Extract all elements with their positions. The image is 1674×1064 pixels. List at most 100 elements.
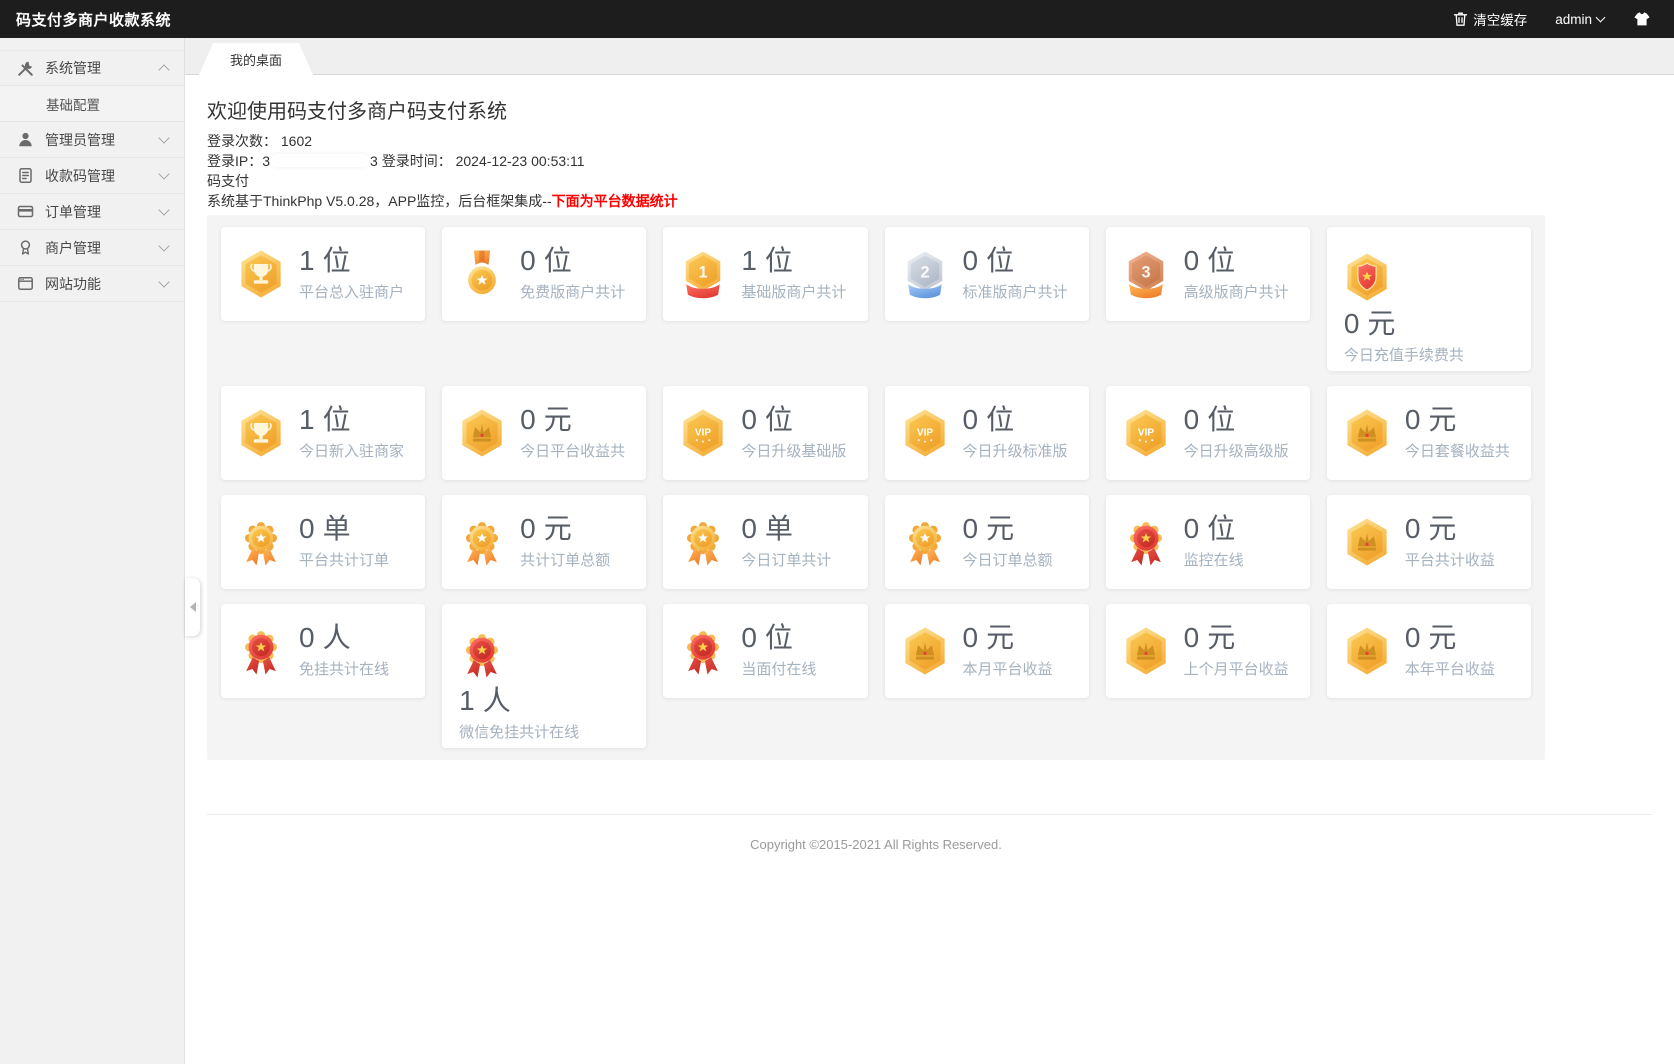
- rosette-red-icon: [1123, 516, 1169, 568]
- stat-label: 今日升级标准版: [963, 440, 1068, 461]
- stat-card-9: VIP 0位今日升级标准版: [885, 386, 1089, 480]
- chevron-down-icon: [158, 132, 169, 143]
- stat-value: 0元: [1184, 623, 1289, 654]
- stat-value: 0元: [963, 514, 1053, 545]
- login-count-value: 1602: [281, 133, 312, 149]
- stat-label: 免挂共计在线: [299, 658, 389, 679]
- stat-value: 0元: [1344, 309, 1464, 340]
- stat-card-18: 0人免挂共计在线: [221, 604, 425, 698]
- stat-card-10: VIP0位今日升级高级版: [1106, 386, 1310, 480]
- stat-value: 1人: [459, 686, 579, 717]
- app-title: 码支付多商户收款系统: [16, 9, 171, 30]
- medal-1-icon: 1: [680, 248, 726, 300]
- user-menu[interactable]: admin: [1555, 12, 1604, 27]
- chevron-up-icon: [158, 64, 169, 75]
- window-icon: [17, 275, 36, 292]
- sidebar-item-1[interactable]: 管理员管理: [0, 122, 184, 158]
- credit-card-icon: [17, 203, 36, 220]
- badge-icon: [17, 239, 36, 256]
- stat-card-4: 30位高级版商户共计: [1106, 227, 1310, 321]
- theme-button[interactable]: [1632, 11, 1652, 27]
- hex-crown-icon: [902, 625, 948, 677]
- stats-grid: 1位平台总入驻商户0位免费版商户共计11位基础版商户共计20位标准版商户共计30…: [207, 215, 1545, 760]
- stat-label: 今日套餐收益共: [1405, 440, 1510, 461]
- login-ip-end: 3: [370, 153, 378, 169]
- stat-label: 监控在线: [1184, 549, 1244, 570]
- hex-vip-icon: VIP: [680, 407, 726, 459]
- stat-card-2: 11位基础版商户共计: [663, 227, 867, 321]
- hex-crown-icon: [1344, 407, 1390, 459]
- sidebar-item-2[interactable]: 收款码管理: [0, 158, 184, 194]
- stat-card-22: 0元上个月平台收益: [1106, 604, 1310, 698]
- stat-card-12: 0单平台共计订单: [221, 495, 425, 589]
- brand-line: 码支付: [207, 171, 1674, 191]
- stat-card-0: 1位平台总入驻商户: [221, 227, 425, 321]
- stat-value: 0人: [299, 623, 389, 654]
- stat-value: 0位: [741, 623, 816, 654]
- hex-crown-icon: [1344, 516, 1390, 568]
- svg-text:2: 2: [920, 263, 929, 281]
- stat-card-3: 20位标准版商户共计: [885, 227, 1089, 321]
- tab-label: 我的桌面: [230, 50, 282, 69]
- stat-label: 平台共计订单: [299, 549, 389, 570]
- stat-value: 0元: [963, 623, 1053, 654]
- tab-my-desktop[interactable]: 我的桌面: [199, 43, 313, 75]
- system-line: 系统基于ThinkPhp V5.0.28，APP监控，后台框架集成--下面为平台…: [207, 191, 1674, 211]
- stat-value: 1位: [299, 246, 404, 277]
- chevron-down-icon: [158, 240, 169, 251]
- page-title: 欢迎使用码支付多商户码支付系统: [207, 101, 1674, 123]
- stat-label: 今日新入驻商家: [299, 440, 404, 461]
- stat-label: 平台总入驻商户: [299, 281, 404, 302]
- stat-value: 0单: [299, 514, 389, 545]
- main-area: 我的桌面 欢迎使用码支付多商户码支付系统 登录次数： 1602 登录IP：33 …: [185, 38, 1674, 1064]
- tools-icon: [17, 60, 36, 77]
- stat-label: 今日充值手续费共: [1344, 344, 1464, 365]
- sidebar-collapse-handle[interactable]: [185, 578, 200, 636]
- stat-card-16: 0位监控在线: [1106, 495, 1310, 589]
- stat-card-7: 0元今日平台收益共: [442, 386, 646, 480]
- content-area: 欢迎使用码支付多商户码支付系统 登录次数： 1602 登录IP：33 登录时间：…: [185, 101, 1674, 852]
- sidebar-item-3[interactable]: 订单管理: [0, 194, 184, 230]
- username: admin: [1555, 12, 1592, 27]
- stat-label: 今日订单总额: [963, 549, 1053, 570]
- stat-card-14: 0单今日订单共计: [663, 495, 867, 589]
- stat-label: 微信免挂共计在线: [459, 721, 579, 742]
- sidebar-item-5[interactable]: 网站功能: [0, 266, 184, 302]
- stat-value: 0位: [1184, 246, 1289, 277]
- stat-card-23: 0元本年平台收益: [1327, 604, 1531, 698]
- stat-label: 标准版商户共计: [963, 281, 1068, 302]
- stat-label: 本月平台收益: [963, 658, 1053, 679]
- stat-value: 0元: [520, 514, 610, 545]
- stat-value: 0位: [963, 405, 1068, 436]
- top-header: 码支付多商户收款系统 清空缓存 admin: [0, 0, 1674, 38]
- stat-label: 平台共计收益: [1405, 549, 1495, 570]
- login-count-label: 登录次数：: [207, 133, 277, 149]
- stat-value: 0元: [1405, 514, 1495, 545]
- page-footer: Copyright ©2015-2021 All Rights Reserved…: [207, 814, 1652, 852]
- stat-value: 0元: [520, 405, 625, 436]
- svg-text:VIP: VIP: [695, 427, 711, 438]
- sidebar-item-4[interactable]: 商户管理: [0, 230, 184, 266]
- stat-card-11: 0元今日套餐收益共: [1327, 386, 1531, 480]
- login-ip-line: 登录IP：33 登录时间： 2024-12-23 00:53:11: [207, 151, 1674, 171]
- stat-card-17: 0元平台共计收益: [1327, 495, 1531, 589]
- document-icon: [17, 167, 36, 184]
- login-time-label: 登录时间：: [382, 153, 452, 169]
- hex-crown-icon: [459, 407, 505, 459]
- hex-vip-icon: VIP: [902, 407, 948, 459]
- stat-card-13: 0元共计订单总额: [442, 495, 646, 589]
- clear-cache-button[interactable]: 清空缓存: [1453, 9, 1527, 29]
- svg-text:1: 1: [699, 263, 708, 281]
- stat-card-6: 1位今日新入驻商家: [221, 386, 425, 480]
- rosette-gold-icon: [238, 516, 284, 568]
- sidebar-subitem-0-0[interactable]: 基础配置: [0, 86, 184, 122]
- hex-trophy-icon: [238, 407, 284, 459]
- sidebar-item-0[interactable]: 系统管理: [0, 50, 184, 86]
- rosette-red-icon: [680, 625, 726, 677]
- hex-trophy-icon: [238, 248, 284, 300]
- stat-label: 高级版商户共计: [1184, 281, 1289, 302]
- stat-card-19: 1人微信免挂共计在线: [442, 604, 646, 748]
- system-line-highlight: 下面为平台数据统计: [552, 193, 678, 209]
- stat-card-15: 0元今日订单总额: [885, 495, 1089, 589]
- copyright-text: Copyright ©2015-2021 All Rights Reserved…: [207, 837, 1545, 852]
